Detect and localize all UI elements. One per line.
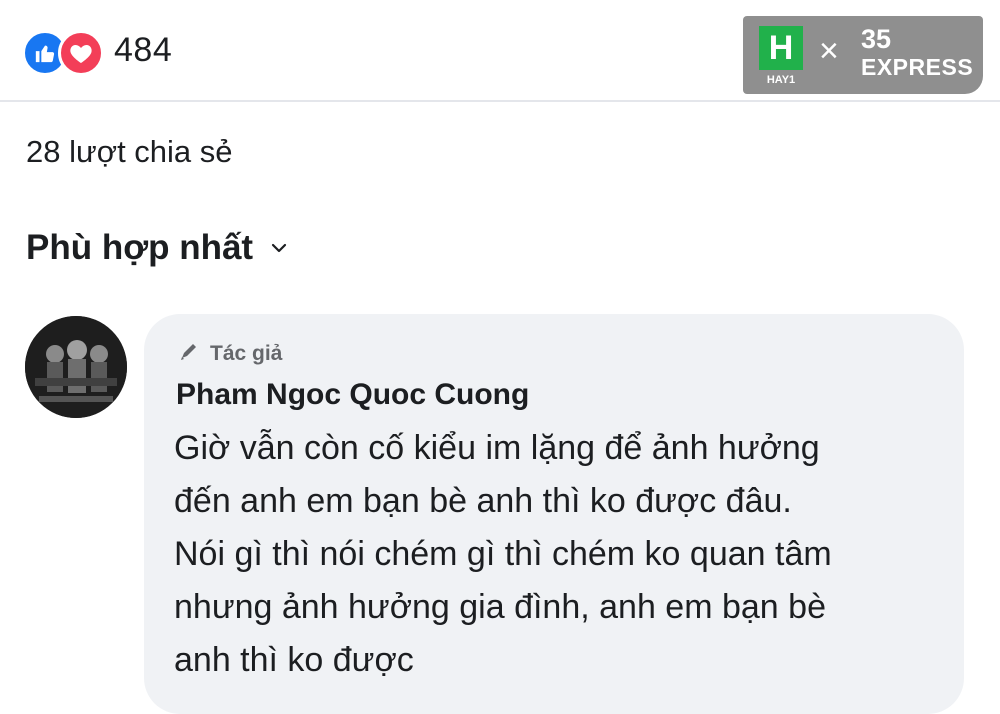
comment-sort-dropdown[interactable]: Phù hợp nhất (26, 228, 287, 268)
comment-text: Giờ vẫn còn cố kiểu im lặng để ảnh hưởng… (174, 422, 954, 687)
comment-line: nhưng ảnh hưởng gia đình, anh em bạn bè (174, 588, 826, 626)
watermark-logo: H (759, 26, 803, 70)
comment-line: anh thì ko được (174, 641, 414, 679)
comment-line: Giờ vẫn còn cố kiểu im lặng để ảnh hưởng (174, 429, 820, 467)
author-badge-label: Tác giả (210, 342, 283, 365)
comment-line: Nói gì thì nói chém gì thì chém ko quan … (174, 535, 832, 573)
watermark-partner-number: 35 (861, 24, 892, 54)
reaction-icons (22, 28, 112, 76)
sort-label: Phù hợp nhất (26, 228, 254, 267)
reaction-count: 484 (114, 30, 173, 69)
divider (0, 100, 1000, 102)
avatar[interactable] (25, 316, 127, 418)
pen-icon (178, 340, 210, 368)
chevron-down-icon (271, 241, 287, 259)
love-icon (58, 30, 104, 76)
watermark-separator: × (819, 32, 839, 70)
comment-author-name[interactable]: Pham Ngoc Quoc Cuong (176, 378, 529, 412)
watermark-logo-letter: H (768, 28, 794, 67)
comment-line: đến anh em bạn bè anh thì ko được đâu. (174, 482, 792, 520)
watermark: H HAY1 × 35 EXPRESS (743, 16, 983, 94)
author-badge: Tác giả (178, 340, 282, 368)
reactions-summary[interactable]: 484 (22, 26, 173, 76)
watermark-partner-name: EXPRESS (861, 54, 974, 80)
watermark-logo-caption: HAY1 (766, 74, 796, 86)
shares-count[interactable]: 28 lượt chia sẻ (26, 134, 233, 170)
